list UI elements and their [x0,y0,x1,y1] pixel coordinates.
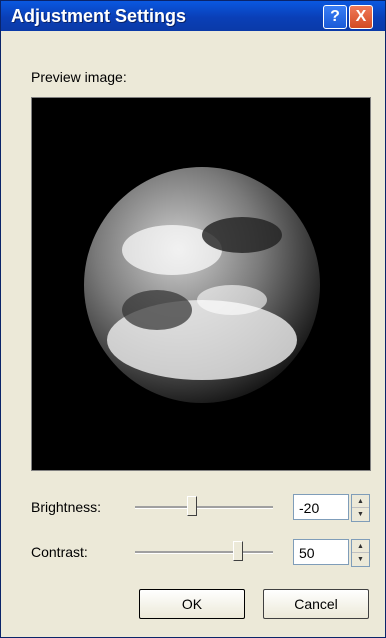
contrast-slider-track[interactable] [135,551,273,554]
window-title: Adjustment Settings [11,6,187,26]
close-icon: X [355,8,367,25]
brightness-spinner[interactable]: ▲ ▼ [351,494,370,522]
preview-label: Preview image: [31,69,127,85]
cancel-button[interactable]: Cancel [263,589,369,619]
brightness-input[interactable]: -20 [293,494,349,520]
earth-image [84,167,320,403]
dialog-window: Adjustment Settings ? X Preview image: B… [0,0,386,638]
contrast-spinner[interactable]: ▲ ▼ [351,539,370,567]
spin-up-icon[interactable]: ▲ [352,495,369,508]
close-button[interactable]: X [349,5,373,29]
spin-down-icon[interactable]: ▼ [352,553,369,565]
help-button[interactable]: ? [323,5,347,29]
help-icon: ? [330,8,340,25]
preview-image [31,97,371,471]
contrast-slider-thumb[interactable] [232,541,243,561]
brightness-slider-track[interactable] [135,506,273,509]
spin-up-icon[interactable]: ▲ [352,540,369,553]
spin-down-icon[interactable]: ▼ [352,508,369,520]
contrast-input[interactable]: 50 [293,539,349,565]
ok-button[interactable]: OK [139,589,245,619]
brightness-label: Brightness: [31,499,102,515]
contrast-label: Contrast: [31,544,88,560]
brightness-slider-thumb[interactable] [187,496,197,516]
title-bar[interactable]: Adjustment Settings ? X [1,1,385,31]
